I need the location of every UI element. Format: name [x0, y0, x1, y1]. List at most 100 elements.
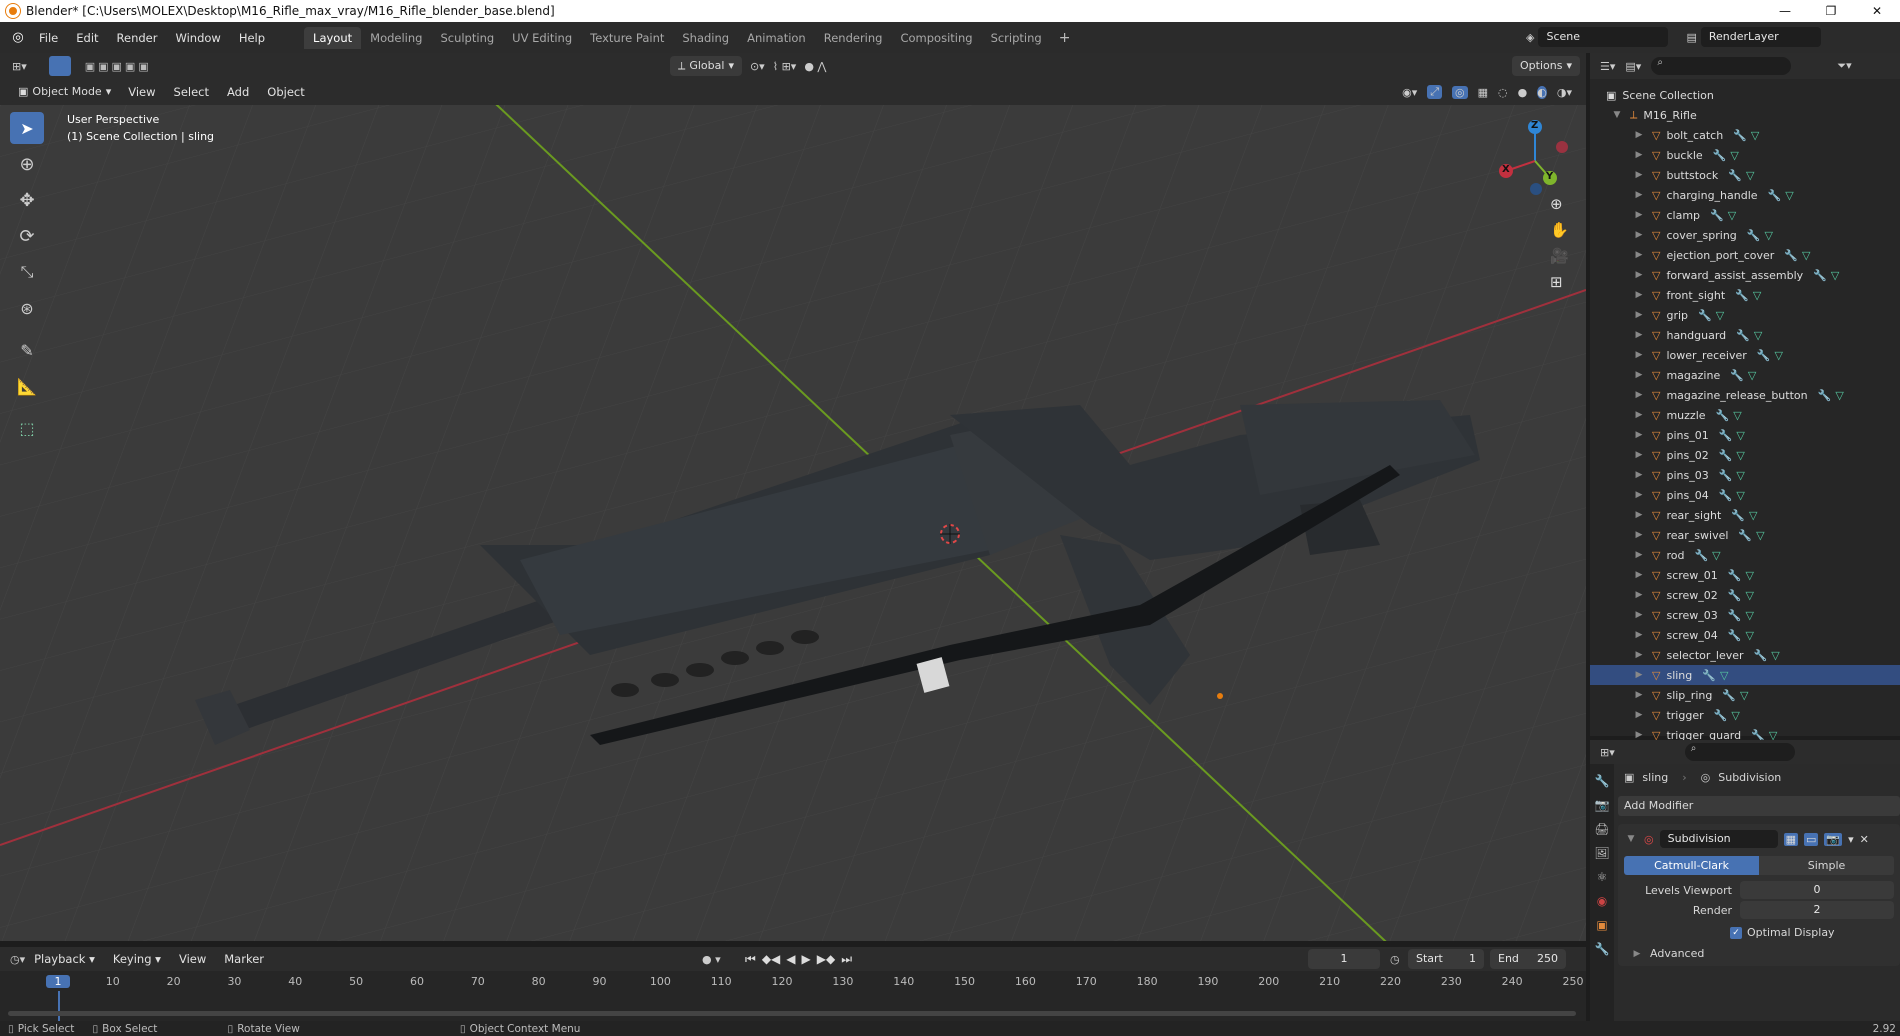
- mesh-data-icon[interactable]: ▽: [1751, 129, 1759, 142]
- modifier-props-icon[interactable]: 🔧: [1595, 942, 1610, 956]
- expand-icon[interactable]: ▶: [1632, 550, 1646, 560]
- mesh-data-icon[interactable]: ▽: [1771, 649, 1779, 662]
- mesh-data-icon[interactable]: ▽: [1712, 549, 1720, 562]
- timeline-menu-view[interactable]: View: [170, 948, 215, 970]
- expand-icon[interactable]: ▶: [1632, 670, 1646, 680]
- expand-icon[interactable]: ▶: [1632, 690, 1646, 700]
- blender-menu-icon[interactable]: ◎: [6, 30, 30, 45]
- mesh-data-icon[interactable]: ▽: [1736, 489, 1744, 502]
- outliner-item-sling[interactable]: ▶ ▽ sling 🔧 ▽: [1590, 665, 1900, 685]
- menu-help[interactable]: Help: [230, 27, 274, 49]
- render-props-icon[interactable]: 📷: [1595, 798, 1610, 812]
- modifier-wrench-icon[interactable]: 🔧: [1716, 409, 1730, 422]
- modifier-wrench-icon[interactable]: 🔧: [1738, 529, 1752, 542]
- render-layer-icon[interactable]: ▤: [1686, 31, 1696, 44]
- mesh-data-icon[interactable]: ▽: [1728, 209, 1736, 222]
- modifier-name-field[interactable]: Subdivision: [1659, 830, 1778, 848]
- object-props-icon[interactable]: ▣: [1596, 918, 1607, 932]
- options-dropdown[interactable]: Options ▾: [1512, 56, 1580, 76]
- expand-icon[interactable]: ▶: [1632, 150, 1646, 160]
- preview-range-icon[interactable]: ◷: [1390, 953, 1400, 966]
- maximize-button[interactable]: ❐: [1808, 0, 1854, 22]
- viewport-toggle-icon[interactable]: ▭: [1804, 832, 1819, 846]
- outliner-item-clamp[interactable]: ▶ ▽ clamp 🔧 ▽: [1590, 205, 1900, 225]
- minimize-button[interactable]: —: [1762, 0, 1808, 22]
- modifier-wrench-icon[interactable]: 🔧: [1702, 669, 1716, 682]
- timeline-menu-marker[interactable]: Marker: [215, 948, 273, 970]
- outliner-item-screw_03[interactable]: ▶ ▽ screw_03 🔧 ▽: [1590, 605, 1900, 625]
- outliner-item-forward_assist_assembly[interactable]: ▶ ▽ forward_assist_assembly 🔧 ▽: [1590, 265, 1900, 285]
- measure-tool[interactable]: 📐: [10, 370, 44, 402]
- outliner-item-pins_02[interactable]: ▶ ▽ pins_02 🔧 ▽: [1590, 445, 1900, 465]
- outliner-item-buttstock[interactable]: ▶ ▽ buttstock 🔧 ▽: [1590, 165, 1900, 185]
- mesh-data-icon[interactable]: ▽: [1716, 309, 1724, 322]
- outliner-panel[interactable]: ☰▾ ▤▾ ⌕ ⏷▾ ▣ Scene Collection ▼ ⟂ M16_Ri…: [1590, 53, 1900, 742]
- start-frame-field[interactable]: Start 1: [1408, 949, 1484, 969]
- outliner-item-cover_spring[interactable]: ▶ ▽ cover_spring 🔧 ▽: [1590, 225, 1900, 245]
- expand-icon[interactable]: ▶: [1632, 450, 1646, 460]
- menu-render[interactable]: Render: [108, 27, 167, 49]
- zoom-icon[interactable]: ⊕: [1550, 195, 1569, 213]
- modifier-wrench-icon[interactable]: 🔧: [1730, 369, 1744, 382]
- modifier-wrench-icon[interactable]: 🔧: [1719, 449, 1733, 462]
- add-cube-tool[interactable]: ⬚: [10, 412, 44, 444]
- mesh-data-icon[interactable]: ▽: [1753, 289, 1761, 302]
- outliner-item-screw_01[interactable]: ▶ ▽ screw_01 🔧 ▽: [1590, 565, 1900, 585]
- outliner-item-magazine[interactable]: ▶ ▽ magazine 🔧 ▽: [1590, 365, 1900, 385]
- filter-icon[interactable]: ⏷▾: [1837, 59, 1851, 73]
- modifier-wrench-icon[interactable]: 🔧: [1747, 229, 1761, 242]
- expand-icon[interactable]: ▶: [1632, 590, 1646, 600]
- mesh-data-icon[interactable]: ▽: [1733, 409, 1741, 422]
- modifier-wrench-icon[interactable]: 🔧: [1722, 689, 1736, 702]
- mesh-data-icon[interactable]: ▽: [1746, 569, 1754, 582]
- menu-edit[interactable]: Edit: [67, 27, 107, 49]
- mesh-data-icon[interactable]: ▽: [1746, 589, 1754, 602]
- modifier-wrench-icon[interactable]: 🔧: [1784, 249, 1798, 262]
- move-tool[interactable]: ✥: [10, 184, 44, 216]
- modifier-wrench-icon[interactable]: 🔧: [1719, 469, 1733, 482]
- modifier-wrench-icon[interactable]: 🔧: [1733, 129, 1747, 142]
- expand-icon[interactable]: ▼: [1610, 110, 1624, 120]
- tab-catmull-clark[interactable]: Catmull-Clark: [1624, 856, 1759, 875]
- annotate-tool[interactable]: ✎: [10, 334, 44, 366]
- scene-field[interactable]: Scene: [1538, 27, 1669, 47]
- timeline-menu-keying[interactable]: Keying ▾: [104, 948, 170, 970]
- modifier-wrench-icon[interactable]: 🔧: [1710, 209, 1724, 222]
- expand-icon[interactable]: ▶: [1632, 410, 1646, 420]
- transform-orientation-dropdown[interactable]: ⟂ Global ▾: [670, 56, 742, 76]
- expand-icon[interactable]: ▶: [1632, 430, 1646, 440]
- expand-icon[interactable]: ▶: [1632, 610, 1646, 620]
- camera-view-icon[interactable]: 🎥: [1550, 247, 1569, 265]
- timeline-menu-playback[interactable]: Playback ▾: [25, 948, 104, 970]
- outliner-item-front_sight[interactable]: ▶ ▽ front_sight 🔧 ▽: [1590, 285, 1900, 305]
- close-button[interactable]: ✕: [1854, 0, 1900, 22]
- outliner-item-lower_receiver[interactable]: ▶ ▽ lower_receiver 🔧 ▽: [1590, 345, 1900, 365]
- timeline-editor-icon[interactable]: ◷▾: [10, 953, 25, 966]
- navigation-gizmo[interactable]: Z X Y: [1490, 117, 1570, 197]
- properties-panel[interactable]: ⊞▾ ⌕ 🔧 📷 🖨 🖼 ⚛ ◉ ▣ 🔧 ▣ sling › ◎ Subdivi…: [1590, 740, 1900, 1021]
- expand-icon[interactable]: ▶: [1632, 290, 1646, 300]
- outliner-item-screw_04[interactable]: ▶ ▽ screw_04 🔧 ▽: [1590, 625, 1900, 645]
- mesh-data-icon[interactable]: ▽: [1746, 629, 1754, 642]
- render-layer-field[interactable]: RenderLayer: [1700, 27, 1821, 47]
- editor-type-icon[interactable]: ⊞▾: [12, 60, 27, 73]
- rotate-tool[interactable]: ⟳: [10, 220, 44, 252]
- outliner-item-rear_sight[interactable]: ▶ ▽ rear_sight 🔧 ▽: [1590, 505, 1900, 525]
- outliner-item-selector_lever[interactable]: ▶ ▽ selector_lever 🔧 ▽: [1590, 645, 1900, 665]
- expand-icon[interactable]: ▶: [1632, 530, 1646, 540]
- tab-compositing[interactable]: Compositing: [891, 27, 981, 49]
- add-workspace-icon[interactable]: +: [1051, 30, 1079, 46]
- expand-icon[interactable]: ▶: [1632, 650, 1646, 660]
- expand-icon[interactable]: ▶: [1632, 390, 1646, 400]
- modifier-wrench-icon[interactable]: 🔧: [1735, 289, 1749, 302]
- expand-icon[interactable]: ▶: [1632, 190, 1646, 200]
- expand-icon[interactable]: ▶: [1632, 350, 1646, 360]
- visibility-icon[interactable]: ◉▾: [1402, 86, 1417, 99]
- levels-viewport-field[interactable]: 0: [1740, 881, 1894, 899]
- modifier-wrench-icon[interactable]: 🔧: [1713, 149, 1727, 162]
- view-layer-icon[interactable]: 🖼: [1594, 846, 1609, 860]
- expand-icon[interactable]: ▶: [1632, 710, 1646, 720]
- expand-icon[interactable]: ▶: [1632, 270, 1646, 280]
- world-props-icon[interactable]: ◉: [1597, 894, 1607, 908]
- modifier-wrench-icon[interactable]: 🔧: [1754, 649, 1768, 662]
